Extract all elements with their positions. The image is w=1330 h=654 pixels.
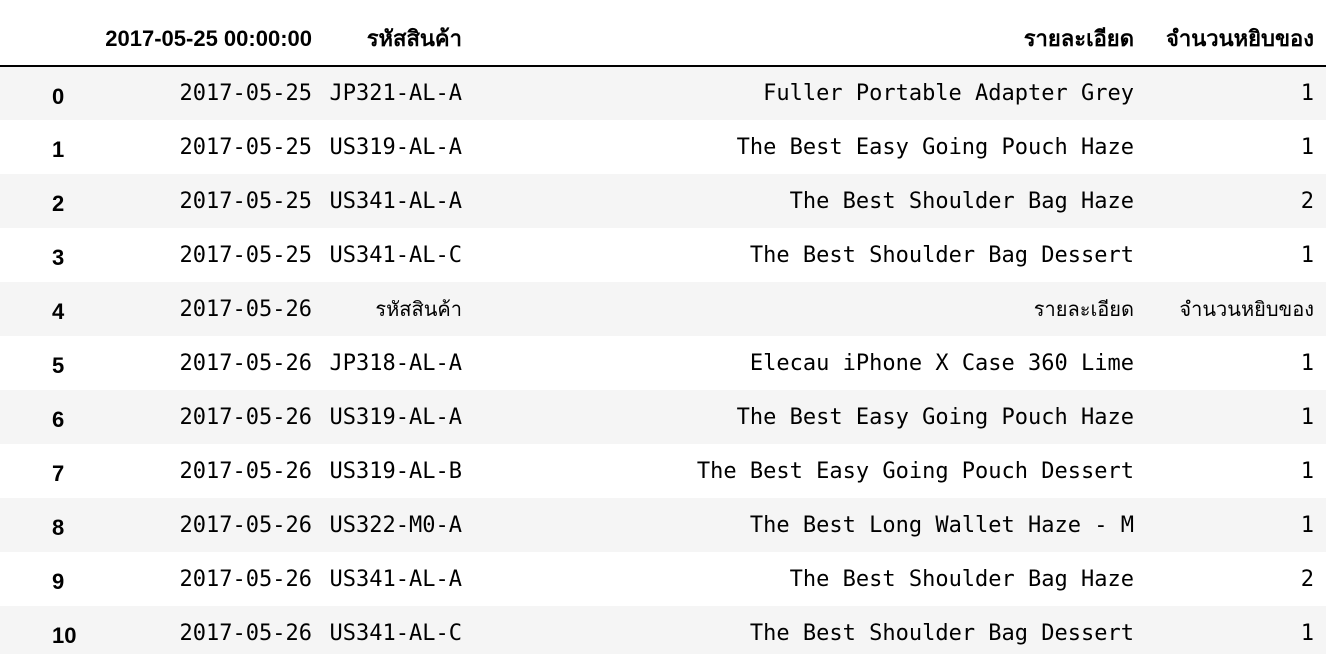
row-index: 10 (52, 623, 77, 648)
cell-description: The Best Shoulder Bag Haze (789, 188, 1134, 214)
cell-date: 2017-05-25 (179, 81, 312, 106)
cell-sku: US319-AL-A (329, 134, 462, 160)
row-index: 8 (52, 515, 65, 540)
cell-quantity: 1 (1300, 512, 1314, 538)
notebook-output-area: 2017-05-25 00:00:00 รหัสสินค้า รายละเอีย… (0, 0, 1330, 654)
cell-description: รายละเอียด (1033, 297, 1134, 321)
row-index: 2 (52, 191, 65, 216)
table-row: 2 2017-05-25 US341-AL-A The Best Shoulde… (0, 174, 1326, 228)
cell-date: 2017-05-26 (179, 512, 312, 538)
cell-sku: US322-M0-A (329, 512, 462, 538)
table-row: 7 2017-05-26 US319-AL-B The Best Easy Go… (0, 444, 1326, 498)
row-index: 9 (52, 569, 65, 594)
cell-description: The Best Long Wallet Haze - M (749, 512, 1134, 538)
cell-date: 2017-05-26 (179, 296, 312, 322)
cell-sku: US341-AL-C (329, 242, 462, 268)
cell-sku: JP318-AL-A (329, 350, 462, 376)
cell-description: The Best Shoulder Bag Haze (789, 566, 1134, 592)
row-index: 7 (52, 461, 65, 486)
cell-quantity: 1 (1300, 620, 1314, 646)
row-index: 0 (52, 83, 65, 109)
cell-quantity: 1 (1300, 134, 1314, 160)
cell-sku: US341-AL-A (329, 188, 462, 214)
header-index (0, 12, 80, 67)
cell-description: The Best Easy Going Pouch Haze (736, 404, 1134, 430)
table-header: 2017-05-25 00:00:00 รหัสสินค้า รายละเอีย… (0, 12, 1326, 67)
cell-description: The Best Shoulder Bag Dessert (749, 242, 1134, 268)
row-index: 1 (52, 137, 65, 162)
header-row: 2017-05-25 00:00:00 รหัสสินค้า รายละเอีย… (0, 12, 1326, 67)
cell-description: The Best Easy Going Pouch Haze (736, 134, 1134, 160)
cell-description: Fuller Portable Adapter Grey (763, 81, 1134, 106)
table-row: 9 2017-05-26 US341-AL-A The Best Shoulde… (0, 552, 1326, 606)
cell-quantity: 2 (1300, 188, 1314, 214)
table-row: 0 2017-05-25 JP321-AL-A Fuller Portable … (0, 66, 1326, 120)
cell-description: The Best Easy Going Pouch Dessert (696, 458, 1134, 484)
dataframe-table: 2017-05-25 00:00:00 รหัสสินค้า รายละเอีย… (0, 12, 1326, 654)
cell-sku: US319-AL-B (329, 458, 462, 484)
cell-quantity: 1 (1300, 81, 1314, 106)
cell-sku: รหัสสินค้า (375, 297, 462, 321)
cell-date: 2017-05-26 (179, 350, 312, 376)
cell-sku: JP321-AL-A (329, 81, 462, 106)
row-index: 6 (52, 407, 65, 432)
table-row: 5 2017-05-26 JP318-AL-A Elecau iPhone X … (0, 336, 1326, 390)
cell-date: 2017-05-26 (179, 404, 312, 430)
cell-sku: US341-AL-A (329, 566, 462, 592)
cell-date: 2017-05-25 (179, 188, 312, 214)
table-row: 4 2017-05-26 รหัสสินค้า รายละเอียด จำนวน… (0, 282, 1326, 336)
header-description: รายละเอียด (474, 12, 1146, 67)
table-row: 10 2017-05-26 US341-AL-C The Best Should… (0, 606, 1326, 654)
cell-description: The Best Shoulder Bag Dessert (749, 620, 1134, 646)
cell-date: 2017-05-26 (179, 566, 312, 592)
cell-date: 2017-05-25 (179, 134, 312, 160)
header-sku: รหัสสินค้า (324, 12, 474, 67)
table-body: 0 2017-05-25 JP321-AL-A Fuller Portable … (0, 66, 1326, 654)
cell-quantity: 1 (1300, 404, 1314, 430)
cell-quantity: 1 (1300, 350, 1314, 376)
header-date: 2017-05-25 00:00:00 (80, 12, 324, 67)
cell-quantity: 1 (1300, 242, 1314, 268)
cell-quantity: 2 (1300, 566, 1314, 592)
table-row: 6 2017-05-26 US319-AL-A The Best Easy Go… (0, 390, 1326, 444)
cell-date: 2017-05-26 (179, 458, 312, 484)
cell-description: Elecau iPhone X Case 360 Lime (749, 350, 1134, 376)
cell-date: 2017-05-25 (179, 242, 312, 268)
cell-sku: US319-AL-A (329, 404, 462, 430)
cell-date: 2017-05-26 (179, 620, 312, 646)
row-index: 4 (52, 299, 65, 324)
table-row: 8 2017-05-26 US322-M0-A The Best Long Wa… (0, 498, 1326, 552)
cell-quantity: จำนวนหยิบของ (1179, 297, 1314, 321)
row-index: 3 (52, 245, 65, 270)
cell-sku: US341-AL-C (329, 620, 462, 646)
row-index: 5 (52, 353, 65, 378)
table-row: 1 2017-05-25 US319-AL-A The Best Easy Go… (0, 120, 1326, 174)
cell-quantity: 1 (1300, 458, 1314, 484)
table-row: 3 2017-05-25 US341-AL-C The Best Shoulde… (0, 228, 1326, 282)
header-quantity: จำนวนหยิบของ (1146, 12, 1326, 67)
